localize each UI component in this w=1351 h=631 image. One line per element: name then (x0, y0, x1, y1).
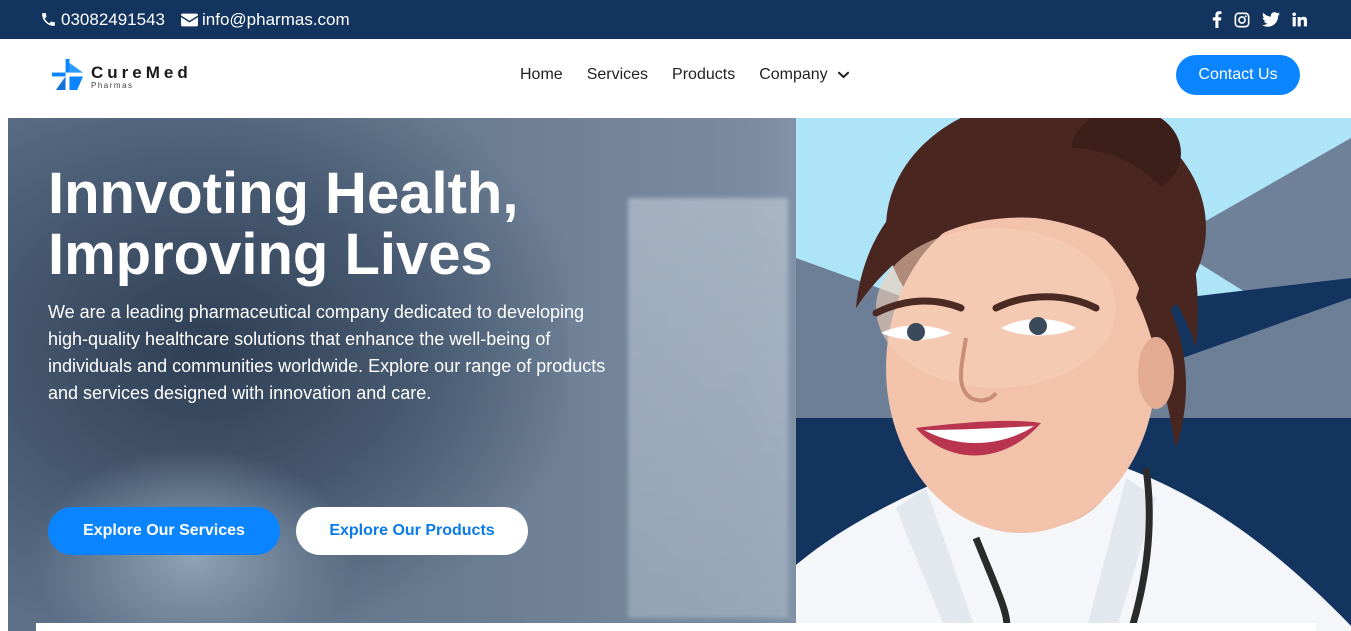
brand-logo[interactable]: CureMed Pharmas (52, 59, 192, 95)
phone-number[interactable]: 03082491543 (61, 10, 165, 30)
contact-us-button[interactable]: Contact Us (1176, 55, 1300, 95)
curemed-logo-icon (52, 59, 83, 95)
hero-title-line-1: Innvoting Health, (48, 161, 519, 226)
nav-item-services[interactable]: Services (587, 66, 648, 84)
doctor-illustration (796, 118, 1351, 631)
logo-text: CureMed Pharmas (91, 59, 192, 90)
nav-item-products[interactable]: Products (672, 66, 735, 84)
hero-description: We are a leading pharmaceutical company … (48, 302, 606, 403)
facebook-icon[interactable] (1212, 11, 1222, 28)
nav-item-company-label: Company (759, 66, 828, 83)
main-navbar: CureMed Pharmas Home Services Products C… (0, 39, 1351, 111)
nav-menu: Home Services Products Company (520, 39, 849, 111)
nav-item-company[interactable]: Company (759, 66, 849, 84)
email-contact[interactable]: info@pharmas.com (181, 10, 350, 30)
phone-icon (40, 11, 57, 28)
top-contact-bar: 03082491543 info@pharmas.com (0, 0, 1351, 39)
hero-title-line-2: Improving Lives (48, 222, 493, 287)
hero-section: Innvoting Health, Improving Lives We are… (8, 118, 1351, 631)
phone-contact[interactable]: 03082491543 (40, 10, 165, 30)
logo-subtitle: Pharmas (91, 81, 134, 90)
envelope-icon (181, 13, 199, 27)
contact-info: 03082491543 info@pharmas.com (40, 10, 350, 30)
social-links (1212, 11, 1311, 28)
next-section-edge (36, 623, 1316, 631)
nav-item-home[interactable]: Home (520, 66, 563, 84)
chevron-down-icon (837, 66, 849, 84)
explore-products-button[interactable]: Explore Our Products (296, 507, 528, 555)
linkedin-icon[interactable] (1292, 12, 1307, 27)
instagram-icon[interactable] (1234, 12, 1250, 28)
twitter-icon[interactable] (1262, 12, 1280, 27)
hero-background-shelf (628, 198, 788, 618)
logo-name: CureMed (91, 63, 192, 82)
hero-title: Innvoting Health, Improving Lives (48, 163, 608, 285)
email-address[interactable]: info@pharmas.com (202, 10, 350, 30)
explore-services-button[interactable]: Explore Our Services (48, 507, 280, 555)
